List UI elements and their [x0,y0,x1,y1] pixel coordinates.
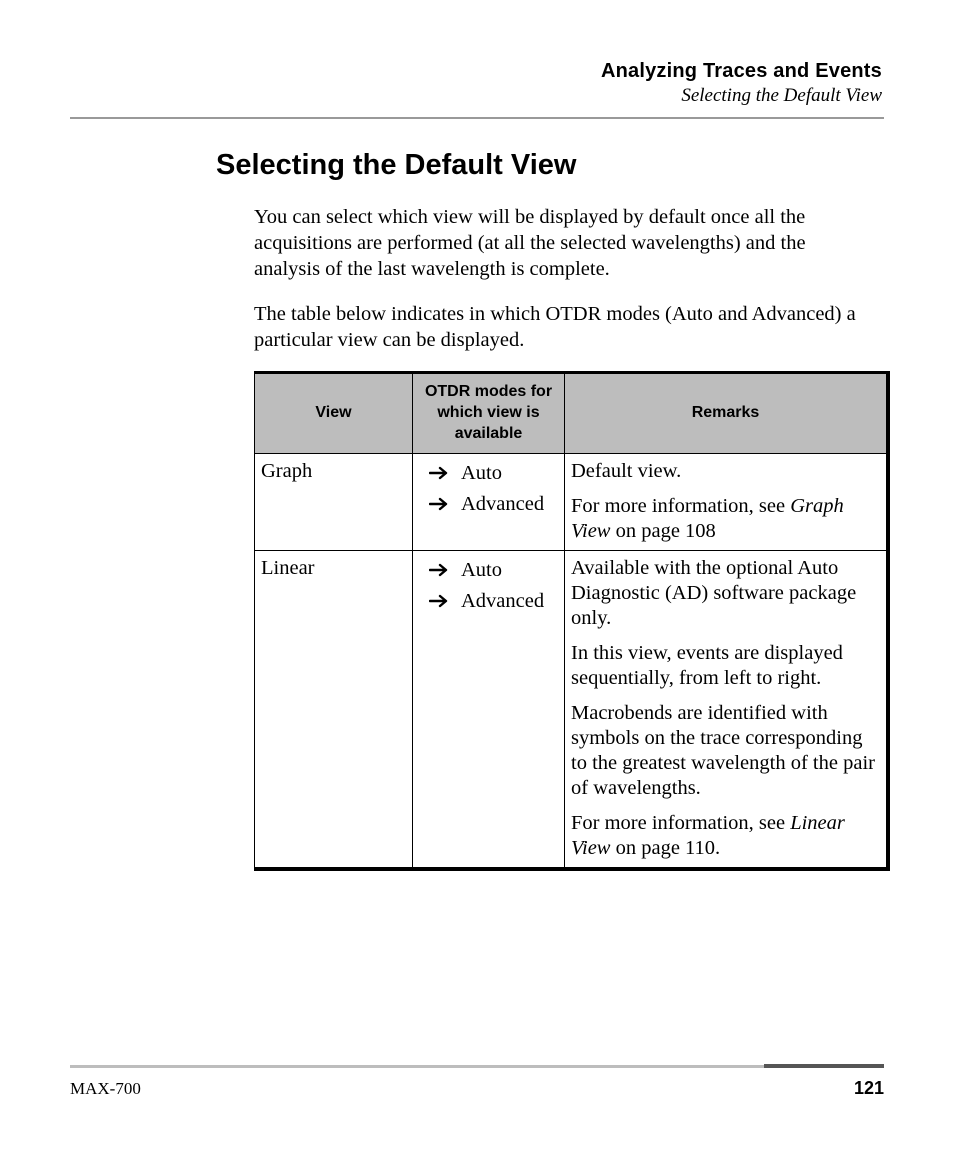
col-header-remarks: Remarks [565,373,889,453]
remark-line: For more information, see Graph View on … [571,494,880,544]
running-head: Analyzing Traces and Events Selecting th… [70,60,882,107]
cell-remarks: Available with the optional Auto Diagnos… [565,550,889,869]
paragraph: You can select which view will be displa… [254,204,860,283]
cell-modes: Auto Advanced [413,550,565,869]
mode-item: Advanced [429,492,558,517]
views-table: View OTDR modes for which view is availa… [254,371,890,870]
body-text: You can select which view will be displa… [254,204,860,353]
col-header-view: View [255,373,413,453]
mode-label: Advanced [461,589,544,614]
page-footer: MAX-700 121 [70,1064,884,1099]
col-header-modes: OTDR modes for which view is available [413,373,565,453]
table-header-row: View OTDR modes for which view is availa… [255,373,889,453]
views-table-wrap: View OTDR modes for which view is availa… [254,371,890,870]
remark-line: For more information, see Linear View on… [571,811,880,861]
remark-line: Macrobends are identified with symbols o… [571,701,880,801]
mode-label: Auto [461,461,502,486]
remark-text: For more information, see [571,812,790,834]
cell-view: Linear [255,550,413,869]
footer-model: MAX-700 [70,1079,141,1099]
remark-text: on page 110. [610,837,720,859]
remark-line: Default view. [571,459,880,484]
page-heading: Selecting the Default View [216,149,884,182]
table-row: Linear Auto Advanced [255,550,889,869]
mode-label: Auto [461,558,502,583]
remark-line: Available with the optional Auto Diagnos… [571,556,880,631]
mode-item: Auto [429,558,558,583]
cell-remarks: Default view. For more information, see … [565,453,889,550]
footer-line: MAX-700 121 [70,1078,884,1099]
cell-modes: Auto Advanced [413,453,565,550]
arrow-bullet-icon [429,563,451,577]
document-page: Analyzing Traces and Events Selecting th… [0,0,954,1159]
footer-rule-grey [70,1065,764,1068]
arrow-bullet-icon [429,594,451,608]
header-rule [70,117,884,119]
paragraph: The table below indicates in which OTDR … [254,301,860,353]
footer-rule [70,1064,884,1068]
chapter-title: Analyzing Traces and Events [70,60,882,83]
mode-item: Advanced [429,589,558,614]
remark-text: on page 108 [610,520,715,542]
footer-page-number: 121 [854,1078,884,1099]
section-subtitle: Selecting the Default View [70,85,882,107]
arrow-bullet-icon [429,466,451,480]
mode-label: Advanced [461,492,544,517]
footer-rule-dark [764,1064,884,1068]
arrow-bullet-icon [429,497,451,511]
remark-text: For more information, see [571,495,790,517]
cell-view: Graph [255,453,413,550]
mode-item: Auto [429,461,558,486]
remark-line: In this view, events are displayed seque… [571,641,880,691]
table-row: Graph Auto Advanced [255,453,889,550]
